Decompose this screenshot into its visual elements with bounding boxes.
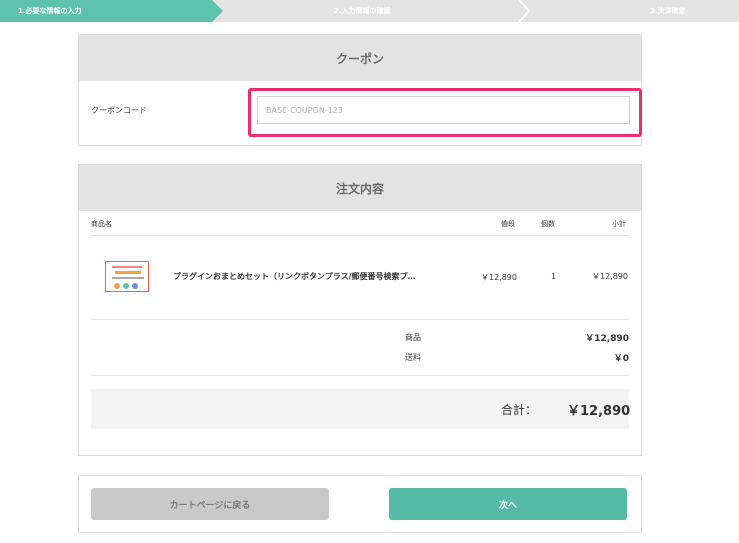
coupon-code-label: クーポンコード: [91, 106, 147, 115]
total-label: 合計：: [501, 403, 538, 417]
product-price: ￥12,890: [481, 273, 517, 282]
total-box: 合計： ￥12,890: [91, 389, 631, 429]
step-3-label: 3.決済確定: [650, 7, 686, 15]
coupon-row: クーポンコード: [79, 81, 642, 145]
header-subtotal: 小計: [612, 220, 626, 228]
order-panel: 注文内容 商品名 値段 個数 小計 プラグインおまとめセット（リンクボタンプラス…: [78, 164, 642, 456]
order-body: 商品名 値段 個数 小計 プラグインおまとめセット（リンクボタンプラス/郵便番号…: [79, 211, 641, 455]
progress-steps: 1.必要な情報の入力 2.入力情報の確認 3.決済確定: [0, 0, 739, 22]
next-button[interactable]: 次へ: [389, 488, 627, 520]
divider: [91, 235, 629, 236]
divider: [91, 319, 629, 320]
summary-product-value: ￥12,890: [585, 334, 629, 344]
step-separator-icon: [518, 0, 531, 22]
product-qty: 1: [551, 272, 557, 281]
header-price: 値段: [501, 220, 515, 228]
summary-product-label: 商品: [405, 333, 421, 342]
total-value: ￥12,890: [567, 404, 631, 419]
step-1-label: 1.必要な情報の入力: [18, 7, 82, 15]
coupon-panel: クーポン クーポンコード: [78, 34, 642, 146]
divider: [91, 375, 629, 376]
summary-shipping-value: ￥0: [613, 354, 629, 364]
product-name: プラグインおまとめセット（リンクボタンプラス/郵便番号検索プ…: [173, 272, 416, 281]
header-product: 商品名: [91, 220, 112, 228]
product-subtotal: ￥12,890: [592, 272, 628, 281]
step-2-label: 2.入力情報の確認: [334, 7, 391, 15]
back-to-cart-button[interactable]: カートページに戻る: [91, 488, 329, 520]
summary-shipping-label: 送料: [405, 353, 421, 362]
product-thumbnail: [105, 261, 149, 292]
coupon-title: クーポン: [79, 35, 641, 81]
order-title: 注文内容: [79, 165, 641, 211]
coupon-code-input[interactable]: [257, 96, 630, 124]
header-qty: 個数: [541, 220, 555, 228]
action-panel: カートページに戻る 次へ: [78, 475, 642, 533]
